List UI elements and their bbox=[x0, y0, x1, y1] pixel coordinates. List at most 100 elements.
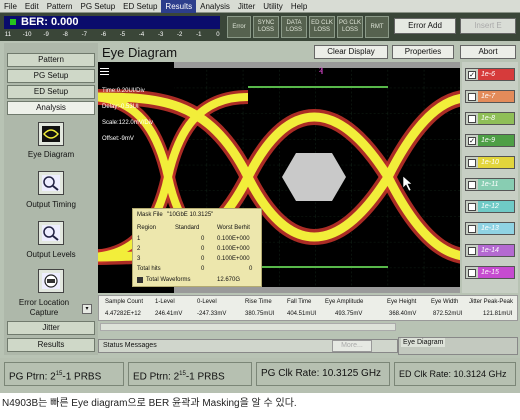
vertical-scale-label: Scale:122.0mV/Div bbox=[102, 120, 154, 126]
contour-item[interactable]: 1e-8 bbox=[465, 112, 515, 125]
mask-file-value: "10GbE 10.3125" bbox=[167, 212, 214, 218]
nav-pattern[interactable]: Pattern bbox=[7, 53, 95, 67]
meas-value: 121.81mUI bbox=[483, 311, 513, 317]
nav-ed-setup[interactable]: ED Setup bbox=[7, 85, 95, 99]
meas-header: Rise Time bbox=[245, 299, 272, 305]
ed-pattern-prefix: ED Ptrn: 2 bbox=[133, 371, 180, 383]
clear-display-button[interactable]: Clear Display bbox=[314, 45, 388, 59]
mask-standard: 0 bbox=[201, 236, 205, 242]
total-waveforms-label: Total Waveforms bbox=[146, 277, 191, 283]
contour-item[interactable]: 1e-7 bbox=[465, 90, 515, 103]
meas-value: 493.75mV bbox=[335, 311, 363, 317]
pg-clk-loss-indicator: PG CLK LOSS bbox=[337, 16, 363, 38]
contour-item[interactable]: 1e-10 bbox=[465, 156, 515, 169]
page-title: Eye Diagram bbox=[102, 45, 178, 60]
contour-label: 1e-13 bbox=[478, 223, 514, 234]
output-levels-label[interactable]: Output Levels bbox=[4, 250, 98, 260]
offset-label: Offset:-9mV bbox=[102, 136, 134, 142]
meas-value: 404.51mUI bbox=[287, 311, 317, 317]
nav-jitter[interactable]: Jitter bbox=[7, 321, 95, 335]
contour-item[interactable]: 1e-12 bbox=[465, 200, 515, 213]
contour-checkbox[interactable]: ✓ bbox=[468, 136, 476, 145]
contour-item[interactable]: ✓ 1e-6 bbox=[465, 68, 515, 81]
mask-header-worst: Worst Berhit bbox=[217, 225, 250, 231]
output-timing-label[interactable]: Output Timing bbox=[4, 200, 98, 210]
contour-checkbox[interactable]: ✓ bbox=[468, 70, 476, 79]
menu-ed-setup[interactable]: ED Setup bbox=[119, 0, 161, 13]
menu-pattern[interactable]: Pattern bbox=[43, 0, 77, 13]
contour-checkbox[interactable] bbox=[468, 202, 476, 211]
mask-standard: 0 bbox=[201, 246, 205, 252]
error-indicator: Error bbox=[227, 16, 251, 38]
menu-help[interactable]: Help bbox=[287, 0, 311, 13]
ber-scale-tick: -7 bbox=[81, 32, 87, 38]
left-nav-panel: Pattern PG Setup ED Setup Analysis Eye D… bbox=[4, 43, 98, 355]
ber-scale: 11 -10 -9 -8 -7 -6 -5 -4 -3 -2 -1 0 bbox=[2, 30, 224, 40]
meas-value: 872.52mUI bbox=[433, 311, 463, 317]
contour-checkbox[interactable] bbox=[468, 246, 476, 255]
eye-diagram-label[interactable]: Eye Diagram bbox=[4, 150, 98, 160]
contour-checkbox[interactable] bbox=[468, 180, 476, 189]
meas-header: 0-Level bbox=[197, 299, 217, 305]
menu-analysis[interactable]: Analysis bbox=[196, 0, 234, 13]
plot-menu-icon[interactable] bbox=[100, 68, 109, 75]
ber-scale-tick: -5 bbox=[119, 32, 126, 38]
horizontal-scrollbar[interactable] bbox=[100, 323, 396, 331]
meas-header: Eye Amplitude bbox=[325, 299, 364, 305]
output-levels-icon[interactable] bbox=[38, 221, 64, 245]
measurement-table: Sample Count 1-Level 0-Level Rise Time F… bbox=[98, 295, 518, 321]
menu-utility[interactable]: Utility bbox=[259, 0, 287, 13]
ber-scale-tick: -6 bbox=[100, 32, 107, 38]
abort-button[interactable]: Abort bbox=[460, 45, 516, 59]
contour-item[interactable]: 1e-15 bbox=[465, 266, 515, 279]
eye-diagram-icon[interactable] bbox=[38, 122, 64, 146]
meas-header: Fall Time bbox=[287, 299, 312, 305]
ber-scale-tick: -8 bbox=[62, 32, 68, 38]
menu-jitter[interactable]: Jitter bbox=[234, 0, 259, 13]
contour-label: 1e-15 bbox=[478, 267, 514, 278]
contour-checkbox[interactable] bbox=[468, 224, 476, 233]
mask-region: 1 bbox=[137, 236, 141, 242]
menu-file[interactable]: File bbox=[0, 0, 21, 13]
menu-results[interactable]: Results bbox=[161, 0, 197, 13]
contour-checkbox[interactable] bbox=[468, 114, 476, 123]
contour-label: 1e-10 bbox=[478, 157, 514, 168]
nav-pg-setup[interactable]: PG Setup bbox=[7, 69, 95, 83]
meas-header: Eye Height bbox=[387, 299, 417, 305]
contour-item[interactable]: 1e-14 bbox=[465, 244, 515, 257]
mask-results-panel: Mask File "10GbE 10.3125" Region Standar… bbox=[132, 208, 262, 287]
contour-checkbox[interactable] bbox=[468, 92, 476, 101]
mask-worst: 0.100E+000 bbox=[217, 246, 250, 252]
ber-scale-tick: -2 bbox=[177, 32, 183, 38]
sync-loss-indicator: SYNC LOSS bbox=[253, 16, 279, 38]
contour-checkbox[interactable] bbox=[468, 158, 476, 167]
pg-pattern-status: PG Ptrn: 215-1 PRBS bbox=[4, 362, 124, 386]
output-timing-icon[interactable] bbox=[38, 171, 64, 195]
menu-pg-setup[interactable]: PG Setup bbox=[76, 0, 119, 13]
contour-item[interactable]: 1e-13 bbox=[465, 222, 515, 235]
delay-label: Delay:-0.53UI bbox=[102, 104, 139, 110]
more-button[interactable]: More... bbox=[332, 340, 372, 352]
error-location-capture-icon[interactable] bbox=[38, 269, 64, 293]
mask-region: 3 bbox=[137, 256, 141, 262]
meas-header: 1-Level bbox=[155, 299, 175, 305]
tab-eye-diagram[interactable]: Eye Diagram bbox=[401, 338, 446, 347]
meas-header: Sample Count bbox=[105, 299, 144, 305]
contour-checkbox[interactable] bbox=[468, 268, 476, 277]
contour-item[interactable]: 1e-11 bbox=[465, 178, 515, 191]
nav-results[interactable]: Results bbox=[7, 338, 95, 352]
waveform-icon bbox=[137, 277, 143, 283]
ed-pattern-status: ED Ptrn: 215-1 PRBS bbox=[128, 362, 252, 386]
nav-analysis[interactable]: Analysis bbox=[7, 101, 95, 115]
properties-button[interactable]: Properties bbox=[392, 45, 454, 59]
error-add-button[interactable]: Error Add bbox=[394, 18, 456, 34]
dropdown-arrow-icon[interactable]: ▾ bbox=[82, 304, 92, 314]
ber-scale-tick: -4 bbox=[138, 32, 145, 38]
menu-edit[interactable]: Edit bbox=[21, 0, 43, 13]
error-location-capture-label[interactable]: Error Location Capture bbox=[4, 298, 84, 318]
mask-header-region: Region bbox=[137, 225, 157, 231]
contour-label: 1e-9 bbox=[478, 135, 514, 146]
contour-item[interactable]: ✓ 1e-9 bbox=[465, 134, 515, 147]
contour-label: 1e-6 bbox=[478, 69, 514, 80]
insert-error-button[interactable]: Insert E bbox=[460, 18, 516, 34]
